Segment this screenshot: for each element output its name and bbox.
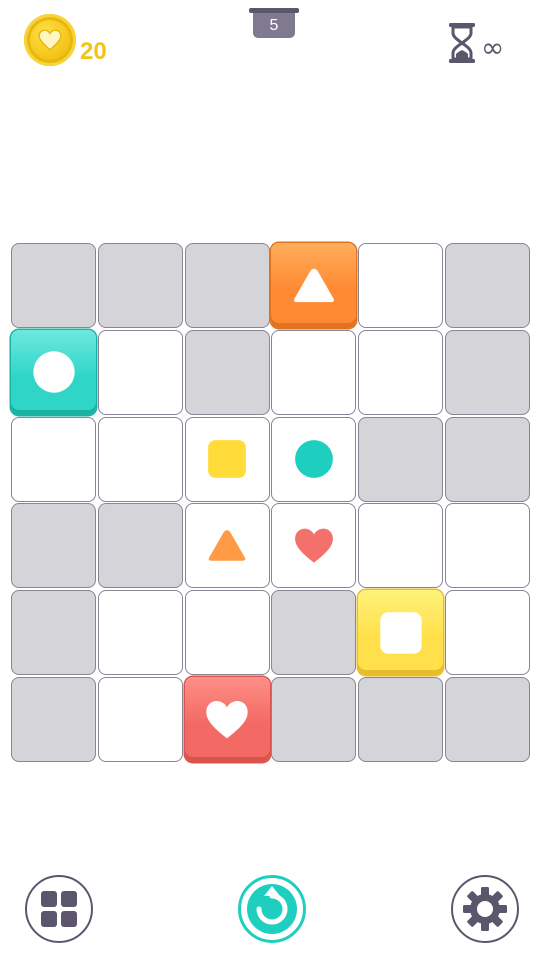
movable-block-yellow-square[interactable] [358, 590, 444, 676]
target-tile-teal-circle [271, 416, 357, 502]
empty-tile [97, 590, 183, 676]
square-icon [208, 440, 246, 478]
movable-block-teal-circle[interactable] [11, 329, 96, 415]
blocked-tile [11, 677, 96, 762]
blocked-tile [358, 677, 444, 762]
blocked-tile [358, 416, 444, 502]
empty-tile [358, 329, 444, 415]
heart-icon [294, 528, 333, 563]
target-tile-yellow-square [184, 416, 270, 502]
heart-icon [206, 700, 248, 738]
circle-icon [294, 440, 333, 478]
blocked-tile [11, 590, 96, 676]
blocked-tile [445, 677, 530, 762]
movable-block-orange-triangle[interactable] [271, 243, 357, 328]
blocked-tile [11, 243, 96, 328]
coin-icon [24, 14, 76, 66]
blocked-tile [11, 503, 96, 589]
infinity-symbol: ∞ [481, 31, 504, 64]
blocked-tile [184, 329, 270, 415]
empty-tile [445, 590, 530, 676]
restart-button[interactable] [238, 875, 306, 943]
empty-tile [358, 503, 444, 589]
settings-button[interactable] [451, 875, 519, 943]
blocked-tile [271, 677, 357, 762]
blocked-tile [445, 329, 530, 415]
gear-icon [463, 887, 507, 931]
level-menu-button[interactable] [25, 875, 93, 943]
movable-block-red-heart[interactable] [184, 677, 270, 762]
square-icon [379, 611, 422, 654]
empty-tile [11, 416, 96, 502]
empty-tile [271, 329, 357, 415]
blocked-tile [271, 590, 357, 676]
level-indicator: 5 [249, 8, 299, 38]
empty-tile [97, 677, 183, 762]
empty-tile [184, 590, 270, 676]
target-tile-red-heart [271, 503, 357, 589]
blocked-tile [97, 503, 183, 589]
empty-tile [445, 503, 530, 589]
coin-count: 20 [80, 38, 107, 65]
blocked-tile [97, 243, 183, 328]
empty-tile [97, 416, 183, 502]
target-tile-orange-triangle [184, 503, 270, 589]
grid-menu-icon [41, 891, 77, 927]
heart-icon [38, 29, 62, 51]
blocked-tile [445, 416, 530, 502]
restart-icon [247, 884, 297, 934]
empty-tile [358, 243, 444, 328]
hourglass-infinity-icon: ∞ [449, 23, 504, 64]
empty-tile [97, 329, 183, 415]
triangle-icon [208, 530, 246, 561]
level-number: 5 [253, 13, 295, 38]
blocked-tile [445, 243, 530, 328]
blocked-tile [184, 243, 270, 328]
triangle-icon [293, 268, 334, 302]
circle-icon [32, 351, 75, 393]
